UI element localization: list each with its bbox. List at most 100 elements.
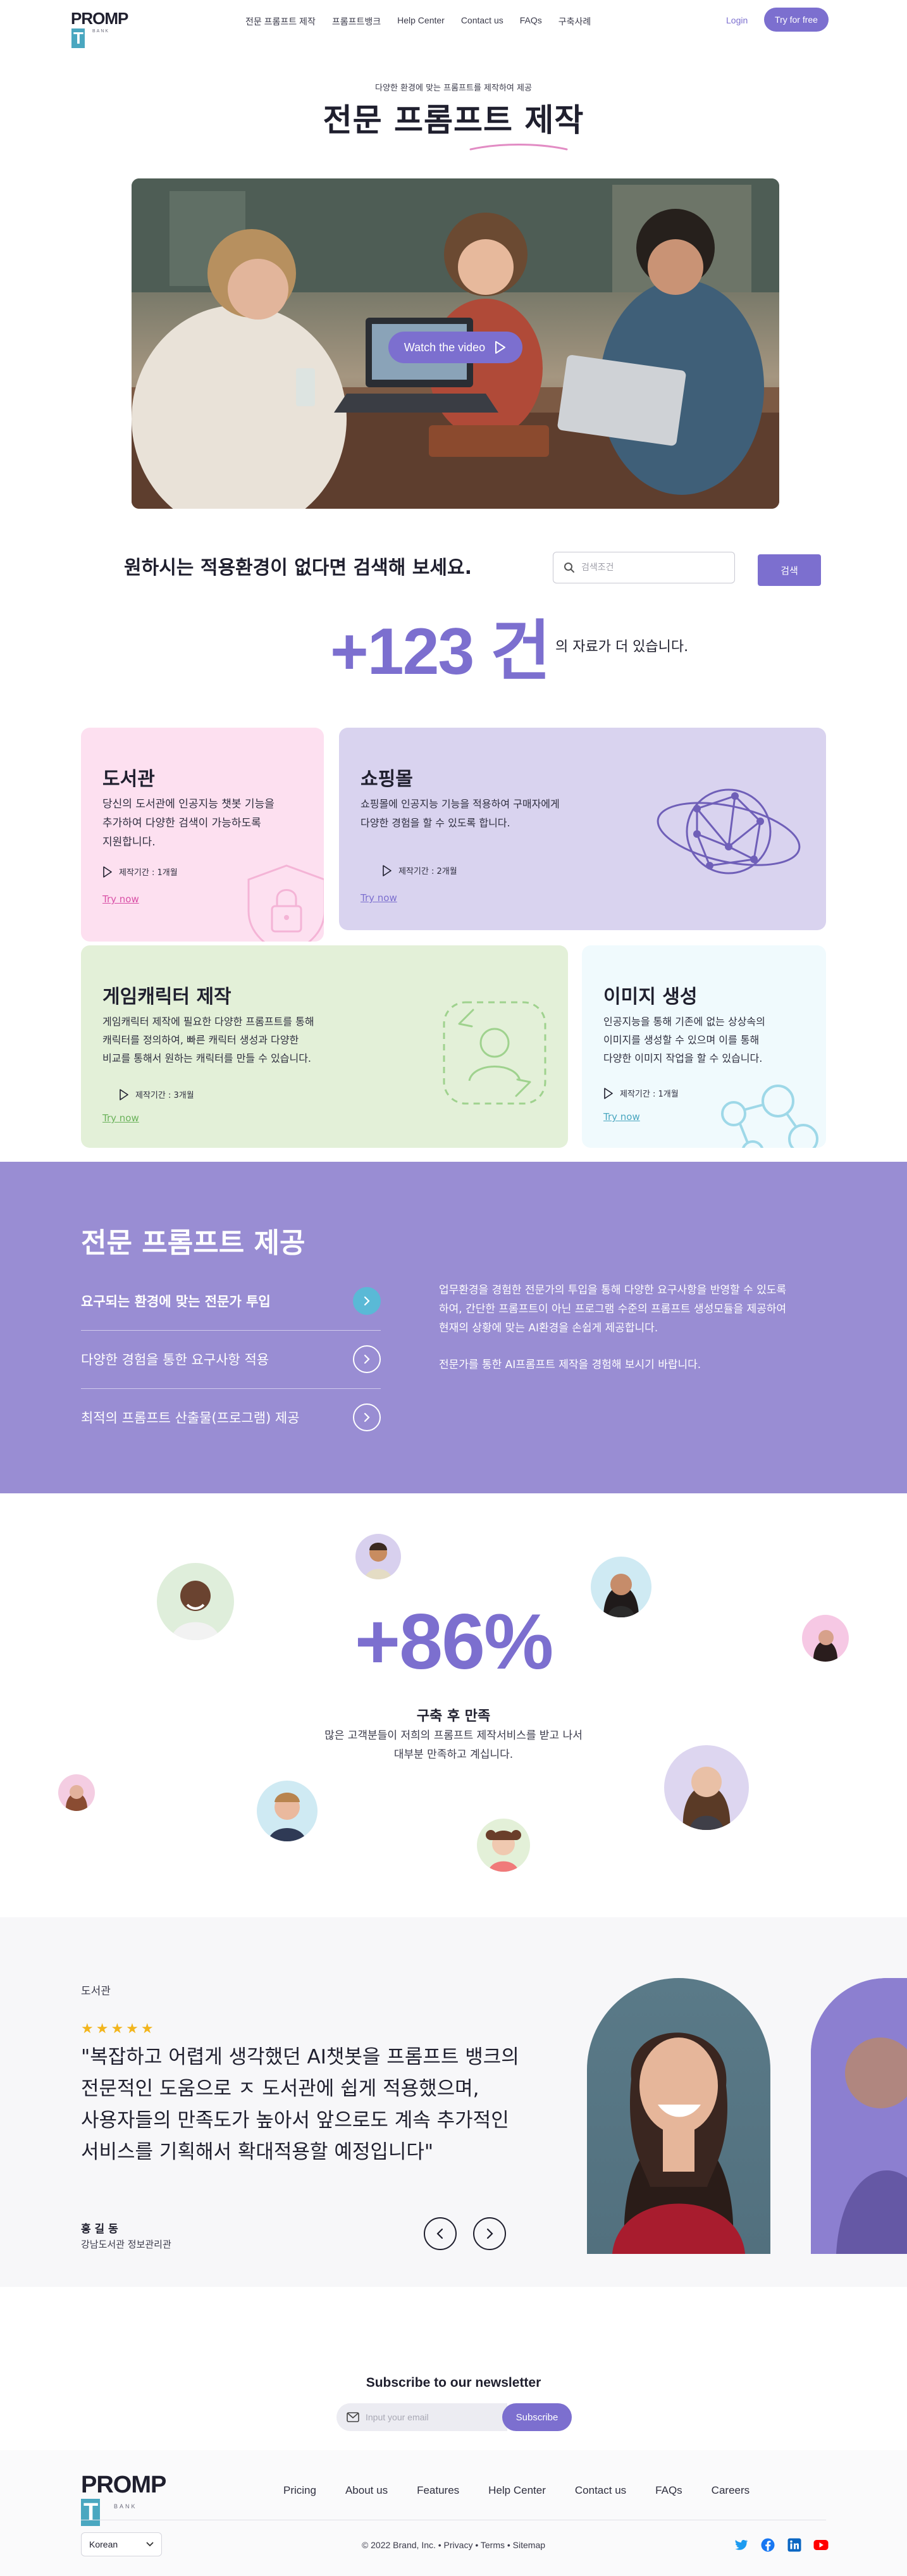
card-game-desc-line: 게임캐릭터 제작에 필요한 다양한 프롬프트를 통해 (102, 1016, 314, 1028)
service-title: 전문 프롬프트 제공 (81, 1227, 305, 1259)
subscribe-button[interactable]: Subscribe (502, 2403, 572, 2431)
newsletter-email-field[interactable] (336, 2403, 507, 2431)
social-links (734, 2537, 829, 2553)
card-shopping-desc-line: 다양한 경험을 할 수 있도록 합니다. (361, 817, 510, 829)
newsletter-email-input[interactable] (366, 2412, 492, 2422)
card-library-try-link[interactable]: Try now (102, 893, 139, 905)
nav-link-contact[interactable]: Contact us (461, 15, 503, 28)
logo-sub: BANK (92, 29, 110, 34)
search-field[interactable] (553, 552, 735, 583)
testimonial-quote-line: 전문적인 도움으로 ㅈ 도서관에 쉽게 적용했으며, (81, 2077, 479, 2100)
testimonial-photo (587, 1978, 770, 2254)
youtube-icon[interactable] (813, 2537, 829, 2553)
nav-links: 전문 프롬프트 제작 프롬프트뱅크 Help Center Contact us… (245, 15, 591, 28)
card-library[interactable]: 도서관 당신의 도서관에 인공지능 챗봇 기능을 추가하여 다양한 검색이 가능… (81, 728, 324, 942)
footer-logo-letter: T (81, 2499, 101, 2526)
footer-link-careers[interactable]: Careers (712, 2484, 750, 2497)
card-game-desc-line: 비교를 통해서 원하는 캐릭터를 만들 수 있습니다. (102, 1052, 312, 1064)
logo-word: PROMP (71, 9, 128, 28)
satisfaction-title: 구축 후 만족 (416, 1708, 491, 1724)
testimonial-quote-line: 사용자들의 만족도가 높아서 앞으로도 계속 추가적인 (81, 2109, 509, 2132)
play-icon (103, 866, 112, 878)
play-icon (495, 341, 506, 354)
card-library-desc-line: 당신의 도서관에 인공지능 챗봇 기능을 (102, 798, 275, 811)
card-shopping-desc: 쇼핑몰에 인공지능 기능을 적용하여 구매자에게 다양한 경험을 할 수 있도록… (361, 795, 560, 833)
satisfaction-desc: 많은 고객분들이 저희의 프롬프트 제작서비스를 받고 나서 대부분 만족하고 … (0, 1726, 907, 1764)
testimonial-quote: "복잡하고 어렵게 생각했던 AI챗봇을 프롬프트 뱅크의 전문적인 도움으로 … (81, 2041, 524, 2168)
result-count: +123 건 (330, 615, 551, 688)
search-button[interactable]: 검색 (758, 554, 821, 586)
service-item-label: 최적의 프롬프트 산출물(프로그램) 제공 (81, 1410, 300, 1426)
molecule-icon (721, 1085, 818, 1148)
footer-link-faqs[interactable]: FAQs (655, 2484, 682, 2497)
service-description: 업무환경을 경험한 전문가의 투입을 통해 다양한 요구사항을 반영할 수 있도… (439, 1281, 829, 1338)
card-shopping-title: 쇼핑몰 (361, 768, 413, 790)
service-cta-text: 전문가를 통한 AI프롬프트 제작을 경험해 보시기 바랍니다. (439, 1359, 701, 1371)
nav-link-prompt-making[interactable]: 전문 프롬프트 제작 (245, 15, 316, 28)
card-shopping[interactable]: 쇼핑몰 쇼핑몰에 인공지능 기능을 적용하여 구매자에게 다양한 경험을 할 수… (339, 728, 826, 930)
card-game-character[interactable]: 게임캐릭터 제작 게임캐릭터 제작에 필요한 다양한 프롬프트를 통해 캐릭터를… (81, 945, 568, 1148)
footer-links: Pricing About us Features Help Center Co… (283, 2484, 750, 2497)
title-underline-decoration (469, 144, 568, 151)
service-description-line: 현재의 상황에 맞는 AI환경을 손쉽게 제공합니다. (439, 1322, 658, 1335)
search-heading: 원하시는 적용환경이 없다면 검색해 보세요. (124, 557, 472, 579)
brand-logo[interactable]: PROMPT BANK (71, 6, 128, 48)
linkedin-icon[interactable] (787, 2537, 802, 2553)
service-item-experience[interactable]: 다양한 경험을 통한 요구사항 적용 (81, 1330, 381, 1388)
card-image-desc-line: 이미지를 생성할 수 있으며 이를 통해 (603, 1034, 760, 1046)
card-game-try-link[interactable]: Try now (102, 1112, 139, 1124)
footer-link-about[interactable]: About us (345, 2484, 388, 2497)
testimonial-photo-next (811, 1978, 907, 2254)
footer-link-contact[interactable]: Contact us (575, 2484, 626, 2497)
play-icon (604, 1087, 613, 1099)
login-link[interactable]: Login (726, 15, 748, 25)
chevron-right-icon (486, 2228, 493, 2239)
card-image-title: 이미지 생성 (603, 986, 698, 1008)
card-library-title: 도서관 (102, 768, 155, 790)
next-testimonial-button[interactable] (473, 2217, 506, 2250)
try-free-button[interactable]: Try for free (764, 8, 829, 32)
footer-logo[interactable]: PROMPT BANK (81, 2472, 170, 2526)
card-image-generation[interactable]: 이미지 생성 인공지능을 통해 기존에 없는 상상속의 이미지를 생성할 수 있… (582, 945, 826, 1148)
result-count-tail: 의 자료가 더 있습니다. (555, 639, 689, 655)
chevron-right-icon (353, 1403, 381, 1431)
card-shopping-try-link[interactable]: Try now (361, 892, 397, 904)
chevron-right-icon (353, 1287, 381, 1315)
nav-link-faqs[interactable]: FAQs (520, 15, 542, 28)
testimonial-quote-line: "복잡하고 어렵게 생각했던 AI챗봇을 프롬프트 뱅크의 (81, 2046, 519, 2069)
testimonial-author-name: 홍 길 동 (81, 2223, 118, 2236)
card-image-desc-line: 인공지능을 통해 기존에 없는 상상속의 (603, 1016, 765, 1028)
watch-video-label: Watch the video (404, 340, 486, 354)
footer-link-features[interactable]: Features (417, 2484, 459, 2497)
card-game-desc-line: 캐릭터를 정의하여, 빠른 캐릭터 생성과 다양한 (102, 1034, 299, 1046)
service-description-line: 하여, 간단한 프롬프트이 아닌 프로그램 수준의 프롬프트 생성모듈을 제공하… (439, 1303, 787, 1316)
nav-link-cases[interactable]: 구축사례 (558, 15, 591, 28)
search-input[interactable] (581, 563, 720, 573)
card-game-period-text: 제작기간 : 3개월 (135, 1091, 194, 1100)
twitter-icon[interactable] (734, 2537, 749, 2553)
card-shopping-desc-line: 쇼핑몰에 인공지능 기능을 적용하여 구매자에게 (361, 798, 560, 810)
avatar (355, 1534, 401, 1579)
service-description-line: 업무환경을 경험한 전문가의 투입을 통해 다양한 요구사항을 반영할 수 있도… (439, 1284, 787, 1297)
facebook-icon[interactable] (760, 2537, 775, 2553)
service-item-deliverable[interactable]: 최적의 프롬프트 산출물(프로그램) 제공 (81, 1388, 381, 1447)
rating-stars: ★★★★★ (81, 2021, 156, 2037)
avatar (257, 1781, 318, 1841)
card-library-desc-line: 추가하여 다양한 검색이 가능하도록 (102, 817, 261, 830)
watch-video-button[interactable]: Watch the video (388, 332, 522, 363)
card-library-period: 제작기간 : 1개월 (102, 866, 178, 878)
play-icon (120, 1088, 128, 1100)
card-library-desc: 당신의 도서관에 인공지능 챗봇 기능을 추가하여 다양한 검색이 가능하도록 … (102, 795, 275, 852)
service-item-expert[interactable]: 요구되는 환경에 맞는 전문가 투입 (81, 1272, 381, 1330)
footer-link-help[interactable]: Help Center (488, 2484, 546, 2497)
card-image-try-link[interactable]: Try now (603, 1111, 640, 1123)
testimonial-section: 도서관 ★★★★★ "복잡하고 어렵게 생각했던 AI챗봇을 프롬프트 뱅크의 … (0, 1917, 907, 2287)
nav-link-prompt-bank[interactable]: 프롬프트뱅크 (332, 15, 381, 28)
nav-link-help-center[interactable]: Help Center (397, 15, 445, 28)
hero-title: 전문 프롬프트 제작 (323, 102, 584, 139)
footer-link-pricing[interactable]: Pricing (283, 2484, 316, 2497)
prev-testimonial-button[interactable] (424, 2217, 457, 2250)
search-icon (564, 563, 574, 573)
service-item-label: 다양한 경험을 통한 요구사항 적용 (81, 1352, 269, 1367)
footer-logo-word: PROMP (81, 2472, 166, 2498)
